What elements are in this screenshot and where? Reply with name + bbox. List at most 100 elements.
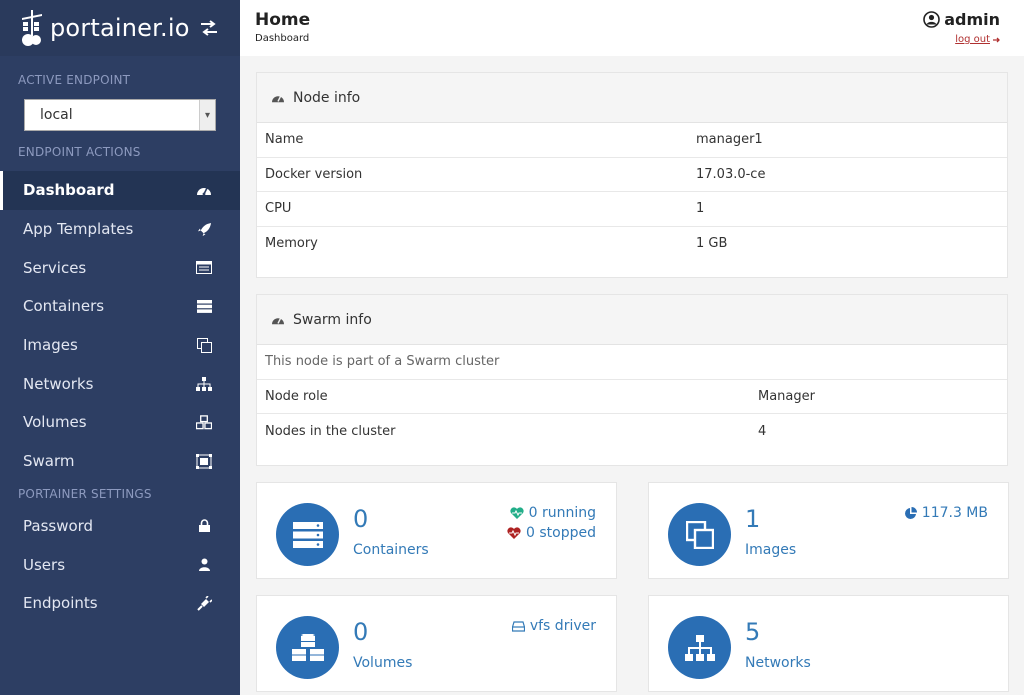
row-key: Memory	[265, 236, 318, 252]
sidebar-item-networks[interactable]: Networks	[0, 364, 240, 403]
running-count: 0 running	[528, 505, 596, 521]
containers-count: 0	[353, 505, 369, 533]
table-row: CPU 1	[257, 192, 1007, 227]
sidebar-item-label: Images	[23, 336, 78, 355]
sidebar-item-label: App Templates	[23, 220, 134, 239]
stopped-status: 0 stopped	[507, 523, 596, 543]
object-group-icon	[196, 453, 212, 469]
sidebar-item-label: Services	[23, 258, 87, 277]
sidebar-item-dashboard[interactable]: Dashboard	[0, 171, 240, 210]
sidebar-item-swarm[interactable]: Swarm	[0, 442, 240, 481]
brand: portainer.io	[0, 0, 240, 56]
images-size-value: 117.3 MB	[921, 505, 988, 521]
sitemap-icon	[196, 376, 212, 392]
plug-icon	[196, 595, 212, 611]
lock-icon	[196, 518, 212, 534]
clone-icon	[668, 503, 731, 566]
row-value: manager1	[696, 132, 763, 148]
hdd-icon	[511, 620, 525, 632]
row-value: 1 GB	[696, 236, 728, 252]
sidebar-item-label: Endpoints	[23, 594, 98, 613]
table-row: Node role Manager	[257, 380, 1007, 414]
rocket-icon	[196, 221, 212, 237]
sidebar-item-label: Containers	[23, 297, 105, 316]
endpoint-nav: Dashboard App Templates Services Contain…	[0, 171, 240, 481]
endpoint-select[interactable]: local ▾	[24, 99, 216, 131]
volumes-widget[interactable]: 0 Volumes vfs driver	[256, 595, 617, 692]
user-menu: admin	[923, 10, 1000, 29]
sidebar-item-label: Users	[23, 555, 66, 574]
endpoint-actions-title: ENDPOINT ACTIONS	[18, 145, 141, 159]
volumes-label: Volumes	[353, 655, 413, 671]
logout-label: log out	[955, 34, 990, 45]
row-key: Docker version	[265, 166, 363, 182]
user-circle-icon	[923, 11, 941, 28]
server-icon	[276, 503, 339, 566]
sidebar-item-app-templates[interactable]: App Templates	[0, 210, 240, 249]
node-info-title: Node info	[293, 89, 361, 106]
heartbeat-running-icon	[510, 507, 524, 519]
table-row: Name manager1	[257, 123, 1007, 158]
dashboard-icon	[272, 95, 284, 102]
sidebar-item-label: Swarm	[23, 452, 75, 471]
page-header: Home Dashboard admin log out	[240, 0, 1024, 56]
server-icon	[196, 298, 212, 314]
portainer-logo-icon	[22, 10, 42, 46]
containers-status: 0 running 0 stopped	[507, 503, 596, 543]
images-size: 117.3 MB	[904, 503, 988, 523]
portainer-settings-title: PORTAINER SETTINGS	[18, 486, 152, 501]
row-value: 1	[696, 201, 705, 217]
brand-logo[interactable]: portainer.io	[20, 10, 190, 46]
running-status: 0 running	[507, 503, 596, 523]
row-key: CPU	[265, 201, 292, 217]
row-key: Node role	[265, 388, 328, 404]
networks-count: 5	[745, 618, 761, 646]
endpoint-select-value: local	[40, 107, 73, 123]
logout-link[interactable]: log out	[955, 34, 1000, 45]
swarm-info-title: Swarm info	[293, 311, 372, 328]
sidebar-item-label: Dashboard	[23, 181, 115, 200]
dashboard-icon	[272, 317, 284, 324]
sign-out-icon	[993, 37, 1000, 42]
dashboard-icon	[196, 182, 212, 198]
images-widget[interactable]: 1 Images 117.3 MB	[648, 482, 1009, 579]
node-info-panel: Node info Name manager1 Docker version 1…	[256, 72, 1008, 278]
swarm-info-header: Swarm info	[257, 295, 1007, 345]
volumes-driver: vfs driver	[511, 616, 596, 636]
sidebar-item-services[interactable]: Services	[0, 248, 240, 287]
cubes-icon	[276, 616, 339, 679]
stopped-count: 0 stopped	[526, 525, 596, 541]
cubes-icon	[196, 414, 212, 430]
swarm-info-panel: Swarm info This node is part of a Swarm …	[256, 294, 1008, 466]
exchange-icon[interactable]	[198, 17, 220, 39]
sidebar-item-password[interactable]: Password	[0, 507, 240, 546]
node-info-header: Node info	[257, 73, 1007, 123]
breadcrumb: Dashboard	[255, 33, 310, 44]
clone-icon	[196, 337, 212, 353]
table-row: Memory 1 GB	[257, 227, 1007, 262]
row-value: 17.03.0-ce	[696, 166, 766, 182]
sidebar-item-volumes[interactable]: Volumes	[0, 403, 240, 442]
swarm-notice: This node is part of a Swarm cluster	[257, 345, 1007, 380]
sidebar-item-images[interactable]: Images	[0, 326, 240, 365]
sidebar-item-users[interactable]: Users	[0, 545, 240, 584]
networks-widget[interactable]: 5 Networks	[648, 595, 1009, 692]
heartbeat-stopped-icon	[507, 527, 521, 539]
sitemap-icon	[668, 616, 731, 679]
sidebar-item-containers[interactable]: Containers	[0, 287, 240, 326]
row-key: Name	[265, 132, 304, 148]
images-count: 1	[745, 505, 761, 533]
sidebar-item-endpoints[interactable]: Endpoints	[0, 584, 240, 623]
list-alt-icon	[196, 260, 212, 276]
chevron-down-icon: ▾	[199, 100, 215, 130]
user-icon	[196, 557, 212, 573]
sidebar-item-label: Volumes	[23, 413, 87, 432]
images-label: Images	[745, 542, 797, 558]
username: admin	[944, 10, 1000, 29]
containers-widget[interactable]: 0 Containers 0 running 0 stopped	[256, 482, 617, 579]
settings-nav: Password Users Endpoints	[0, 507, 240, 623]
sidebar: portainer.io ACTIVE ENDPOINT local ▾ END…	[0, 0, 240, 695]
networks-label: Networks	[745, 655, 811, 671]
sidebar-item-label: Networks	[23, 374, 94, 393]
brand-name: portainer.io	[50, 14, 190, 42]
